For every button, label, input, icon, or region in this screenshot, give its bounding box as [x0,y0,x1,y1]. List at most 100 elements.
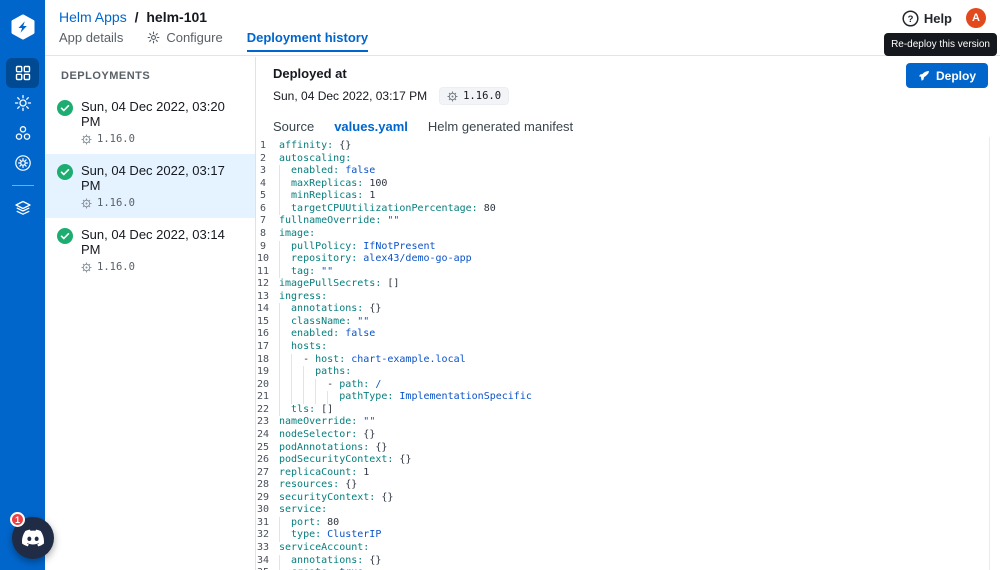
deployment-version: 1.16.0 [97,133,135,145]
line-number: 34 [257,555,279,568]
breadcrumb-helm-apps-link[interactable]: Helm Apps [59,9,127,25]
code-line: 25podAnnotations: {} [257,442,1000,455]
global-config-icon [14,154,32,172]
code-scrollbar[interactable] [989,137,990,570]
rocket-icon [918,70,930,82]
code-line: 6targetCPUUtilizationPercentage: 80 [257,203,1000,216]
help-label: Help [924,11,952,26]
line-number: 6 [257,203,279,216]
deployed-at-date: Sun, 04 Dec 2022, 03:17 PM [273,89,427,103]
code-line: 15className: "" [257,316,1000,329]
code-line: 23nameOverride: "" [257,416,1000,429]
header-right: ? Help A [902,8,986,28]
code-line: 21pathType: ImplementationSpecific [257,391,1000,404]
stack-icon [14,199,32,217]
line-number: 17 [257,341,279,354]
line-number: 18 [257,354,279,367]
line-number: 10 [257,253,279,266]
sidebar [0,0,45,570]
deployment-item[interactable]: Sun, 04 Dec 2022, 03:20 PM 1.16.0 [45,90,255,154]
help-button[interactable]: ? Help [902,10,952,27]
deployment-item[interactable]: Sun, 04 Dec 2022, 03:17 PM 1.16.0 [45,154,255,218]
devtron-logo-icon [10,14,36,40]
tab-configure[interactable]: Configure [147,30,222,52]
sidebar-item-jobs[interactable] [6,88,39,118]
deployment-version: 1.16.0 [97,261,135,273]
code-line: 22tls: [] [257,404,1000,417]
line-number: 8 [257,228,279,241]
line-number: 15 [257,316,279,329]
code-line: 18- host: chart-example.local [257,354,1000,367]
line-number: 27 [257,467,279,480]
code-line: 20- path: / [257,379,1000,392]
redeploy-tooltip: Re-deploy this version [884,33,997,56]
line-number: 2 [257,153,279,166]
question-circle-icon: ? [902,10,919,27]
sidebar-item-stack-manager[interactable] [6,193,39,223]
code-line: 12imagePullSecrets: [] [257,278,1000,291]
discord-icon [22,527,44,549]
avatar[interactable]: A [966,8,986,28]
line-number: 25 [257,442,279,455]
code-line: 30service: [257,504,1000,517]
helm-icon [81,198,92,209]
code-line: 9pullPolicy: IfNotPresent [257,241,1000,254]
line-number: 33 [257,542,279,555]
tab-deployment-history[interactable]: Deployment history [247,30,368,52]
clusters-icon [14,124,32,142]
code-line: 32type: ClusterIP [257,529,1000,542]
code-line: 31port: 80 [257,517,1000,530]
deployed-at-header: Deployed at Sun, 04 Dec 2022, 03:17 PM 1… [257,57,1000,105]
code-line: 11tag: "" [257,266,1000,279]
line-number: 28 [257,479,279,492]
sidebar-item-global-config[interactable] [6,148,39,178]
spark-icon [14,94,32,112]
deploy-button-label: Deploy [936,69,976,83]
line-number: 32 [257,529,279,542]
deployments-list: Sun, 04 Dec 2022, 03:20 PM 1.16.0 Sun, 0 [45,90,255,282]
version-chip: 1.16.0 [439,87,509,105]
code-line: 19paths: [257,366,1000,379]
code-line: 28resources: {} [257,479,1000,492]
yaml-code-editor[interactable]: 1affinity: {}2autoscaling:3enabled: fals… [257,137,1000,570]
helm-icon [81,262,92,273]
code-line: 8image: [257,228,1000,241]
line-number: 20 [257,379,279,392]
code-line: 2autoscaling: [257,153,1000,166]
code-line: 34annotations: {} [257,555,1000,568]
code-line: 24nodeSelector: {} [257,429,1000,442]
deployment-item[interactable]: Sun, 04 Dec 2022, 03:14 PM 1.16.0 [45,218,255,282]
deployment-date: Sun, 04 Dec 2022, 03:17 PM [81,163,243,193]
sidebar-nav [0,58,45,223]
line-number: 14 [257,303,279,316]
sidebar-item-clusters[interactable] [6,118,39,148]
code-line: 7fullnameOverride: "" [257,215,1000,228]
deployments-heading: DEPLOYMENTS [45,57,255,90]
tab-configure-label: Configure [166,30,222,45]
breadcrumb: Helm Apps / helm-101 [59,9,207,25]
sidebar-divider [12,185,34,186]
code-line: 3enabled: false [257,165,1000,178]
deploy-button[interactable]: Deploy [906,63,988,88]
svg-text:?: ? [907,14,913,25]
deployment-date: Sun, 04 Dec 2022, 03:20 PM [81,99,243,129]
top-header: Helm Apps / helm-101 App details Configu… [45,0,1000,56]
devtron-logo[interactable] [0,0,45,40]
tab-deployment-history-label: Deployment history [247,30,368,45]
line-number: 19 [257,366,279,379]
breadcrumb-app-name: helm-101 [146,9,207,25]
success-check-icon [57,163,73,209]
code-line: 26podSecurityContext: {} [257,454,1000,467]
code-line: 1affinity: {} [257,140,1000,153]
line-number: 22 [257,404,279,417]
sidebar-item-applications[interactable] [6,58,39,88]
line-number: 29 [257,492,279,505]
code-line: 4maxReplicas: 100 [257,178,1000,191]
line-number: 13 [257,291,279,304]
tab-app-details[interactable]: App details [59,30,123,52]
discord-chat-widget[interactable]: 1 [12,517,54,559]
line-number: 3 [257,165,279,178]
notification-badge: 1 [10,512,25,527]
line-number: 12 [257,278,279,291]
code-line: 5minReplicas: 1 [257,190,1000,203]
